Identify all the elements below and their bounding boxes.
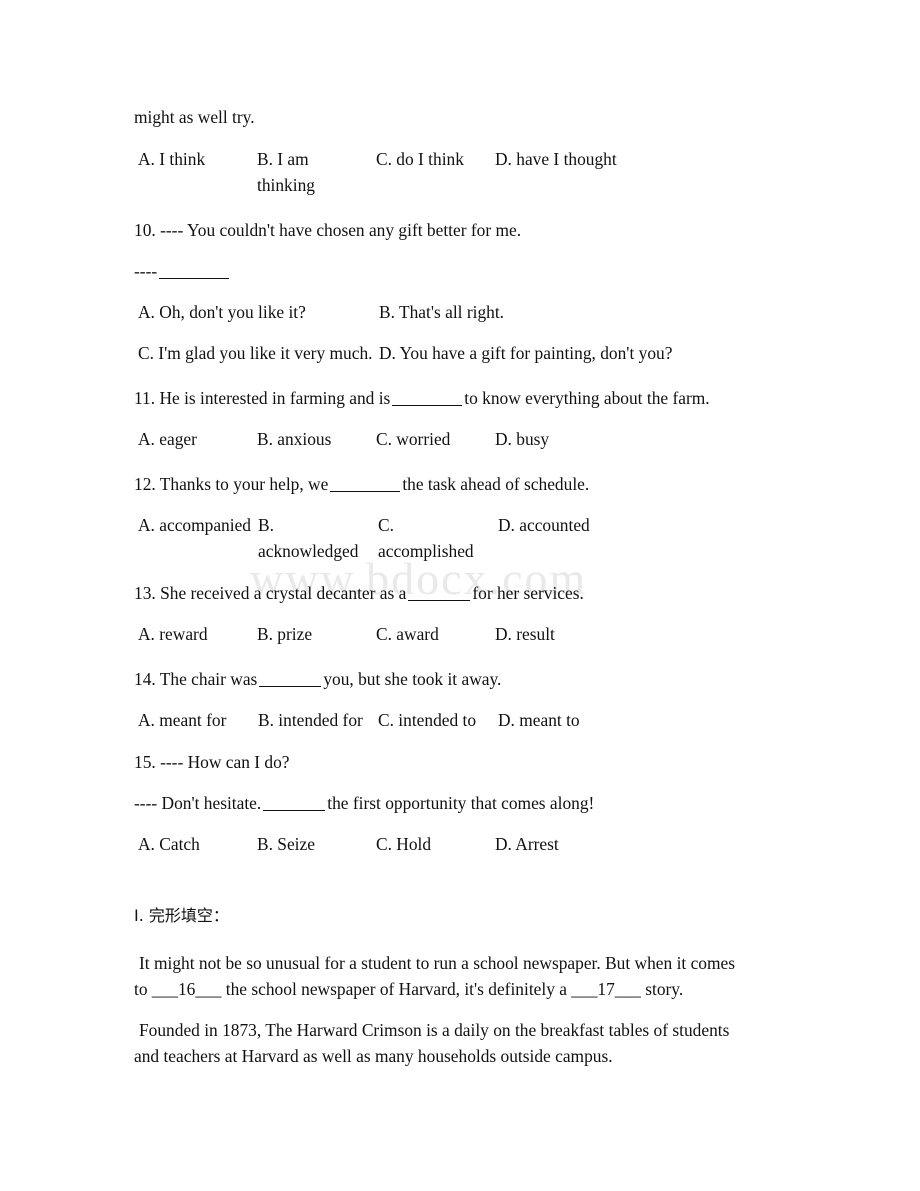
option-c[interactable]: C. intended to — [378, 707, 498, 733]
option-b[interactable]: B. That's all right. — [379, 299, 510, 325]
answer-blank — [408, 600, 471, 601]
q12-options-row: A. accompanied B. acknowledged C. accomp… — [134, 512, 752, 564]
option-a[interactable]: A. eager — [138, 426, 257, 452]
option-b[interactable]: B. Seize — [257, 831, 376, 857]
option-d[interactable]: D. result — [495, 621, 561, 647]
q15-stem-line1: 15. ---- How can I do? — [134, 752, 290, 772]
option-a[interactable]: A. accompanied — [138, 512, 258, 538]
q13-stem-after: for her services. — [472, 583, 584, 603]
q15-stem-line2: ---- Don't hesitate. the first opportunit… — [134, 790, 752, 816]
q12-stem-before: 12. Thanks to your help, we — [134, 474, 329, 494]
option-c[interactable]: C. do I think — [376, 146, 495, 172]
option-c[interactable]: C. I'm glad you like it very much. — [138, 340, 379, 366]
answer-blank — [263, 810, 326, 811]
option-b[interactable]: B. anxious — [257, 426, 376, 452]
option-d[interactable]: D. Arrest — [495, 831, 565, 857]
q10-stem-line2: ---- — [134, 258, 752, 284]
option-c[interactable]: C. award — [376, 621, 495, 647]
option-c[interactable]: C. accomplished — [378, 512, 498, 564]
option-a[interactable]: A. Catch — [138, 831, 257, 857]
option-b[interactable]: B. prize — [257, 621, 376, 647]
dialogue-dashes: ---- — [134, 261, 158, 281]
q15-stem-after: the first opportunity that comes along! — [327, 793, 595, 813]
answer-blank — [392, 405, 463, 406]
q12-stem-after: the task ahead of schedule. — [402, 474, 590, 494]
cloze-paragraph-1: It might not be so unusual for a student… — [134, 953, 736, 999]
option-a[interactable]: A. Oh, don't you like it? — [138, 299, 379, 325]
option-a[interactable]: A. reward — [138, 621, 257, 647]
q11-stem-before: 11. He is interested in farming and is — [134, 388, 391, 408]
q9-options-row: A. I think B. I am thinking C. do I thin… — [134, 146, 752, 198]
option-d[interactable]: D. have I thought — [495, 146, 623, 172]
q15-options-row: A. Catch B. Seize C. Hold D. Arrest — [134, 831, 752, 857]
document-content: might as well try. A. I think B. I am th… — [134, 104, 752, 1069]
q11-options-row: A. eager B. anxious C. worried D. busy — [134, 426, 752, 452]
q10-options-row2: C. I'm glad you like it very much. D. Yo… — [134, 340, 752, 366]
option-a[interactable]: A. I think — [138, 146, 257, 172]
answer-blank — [259, 686, 322, 687]
q10-stem-line1: 10. ---- You couldn't have chosen any gi… — [134, 220, 522, 240]
q13-stem-before: 13. She received a crystal decanter as a — [134, 583, 407, 603]
q14-stem: 14. The chair was you, but she took it aw… — [134, 666, 752, 692]
answer-blank — [159, 278, 230, 279]
option-b[interactable]: B. acknowledged — [258, 512, 378, 564]
option-d[interactable]: D. You have a gift for painting, don't y… — [379, 340, 678, 366]
q11-stem-after: to know everything about the farm. — [464, 388, 710, 408]
option-c[interactable]: C. Hold — [376, 831, 495, 857]
q12-stem: 12. Thanks to your help, we the task ahea… — [134, 471, 752, 497]
option-c[interactable]: C. worried — [376, 426, 495, 452]
document-page: www.bdocx.com might as well try. A. I th… — [0, 0, 920, 1191]
answer-blank — [330, 491, 401, 492]
q14-stem-after: you, but she took it away. — [323, 669, 502, 689]
q13-options-row: A. reward B. prize C. award D. result — [134, 621, 752, 647]
q15-stem-before: ---- Don't hesitate. — [134, 793, 262, 813]
option-b[interactable]: B. intended for — [258, 707, 378, 733]
cloze-paragraph-2: Founded in 1873, The Harward Crimson is … — [134, 1020, 730, 1066]
q11-stem: 11. He is interested in farming and is to… — [134, 385, 752, 411]
cloze-section-heading: I. 完形填空： — [134, 906, 229, 925]
q13-stem: 13. She received a crystal decanter as a… — [134, 580, 752, 606]
q14-stem-before: 14. The chair was — [134, 669, 258, 689]
option-a[interactable]: A. meant for — [138, 707, 258, 733]
q10-options-row1: A. Oh, don't you like it? B. That's all … — [134, 299, 752, 325]
option-d[interactable]: D. meant to — [498, 707, 586, 733]
option-b[interactable]: B. I am thinking — [257, 146, 376, 198]
q14-options-row: A. meant for B. intended for C. intended… — [134, 707, 752, 733]
option-d[interactable]: D. busy — [495, 426, 555, 452]
option-d[interactable]: D. accounted — [498, 512, 596, 538]
continuation-text: might as well try. — [134, 107, 255, 127]
